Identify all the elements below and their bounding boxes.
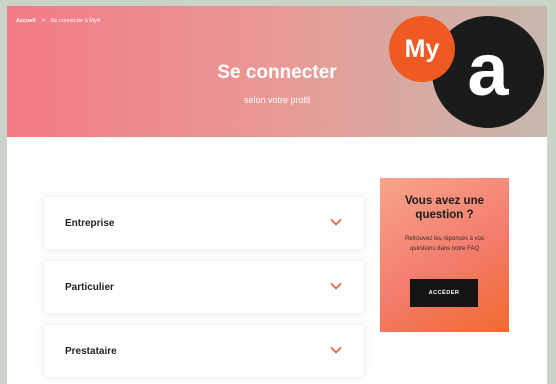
chevron-down-icon <box>330 218 342 226</box>
faq-card: Vous avez une question ? Retrouvez les r… <box>380 178 509 332</box>
logo-my-text: My <box>404 34 440 63</box>
profile-prestataire[interactable]: Prestataire <box>44 325 364 377</box>
breadcrumb: Accueil > Se connecter à MyA <box>16 18 100 24</box>
breadcrumb-home-link[interactable]: Accueil <box>16 18 36 24</box>
profile-label: Prestataire <box>65 346 117 357</box>
faq-access-button[interactable]: ACCÉDER <box>410 279 478 307</box>
chevron-down-icon <box>330 346 342 354</box>
faq-description: Retrouvez les réponses à vos questions d… <box>404 236 485 252</box>
profile-particulier[interactable]: Particulier <box>44 261 364 313</box>
profile-label: Entreprise <box>65 218 115 229</box>
logo-a-text: a <box>467 28 509 111</box>
faq-title: Vous avez une question ? <box>380 194 509 222</box>
faq-title-line2: question ? <box>415 209 474 221</box>
page: Accueil > Se connecter à MyA Se connecter … <box>7 6 547 384</box>
mya-logo-my: My <box>389 16 455 82</box>
faq-title-line1: Vous avez une <box>404 195 485 207</box>
breadcrumb-current: Se connecter à MyA <box>50 18 101 24</box>
profile-label: Particulier <box>65 282 114 293</box>
breadcrumb-separator: > <box>41 18 45 24</box>
chevron-down-icon <box>330 282 342 290</box>
profile-entreprise[interactable]: Entreprise <box>44 197 364 249</box>
